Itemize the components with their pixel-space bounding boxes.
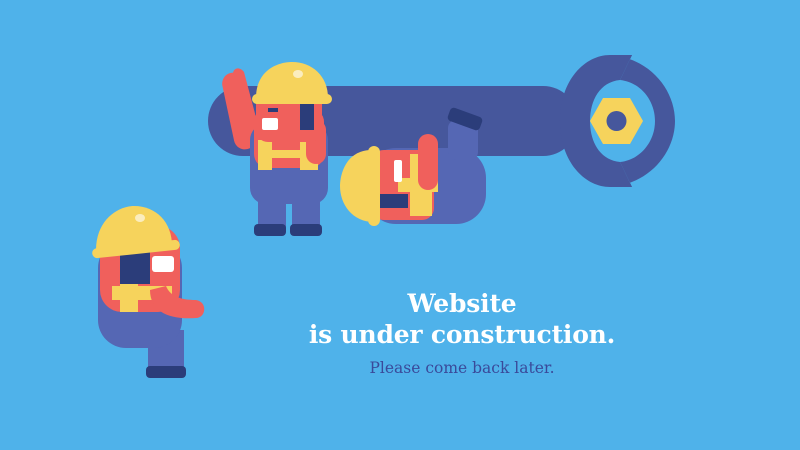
headline: Website is under construction. xyxy=(262,288,662,350)
headline-line-2: is under construction. xyxy=(308,320,616,349)
worker-standing xyxy=(92,206,205,378)
headline-line-1: Website xyxy=(407,289,517,318)
construction-illustration xyxy=(0,0,800,450)
nut-icon xyxy=(590,98,643,144)
construction-message: Website is under construction. Please co… xyxy=(262,288,662,378)
subtext: Please come back later. xyxy=(369,359,555,377)
